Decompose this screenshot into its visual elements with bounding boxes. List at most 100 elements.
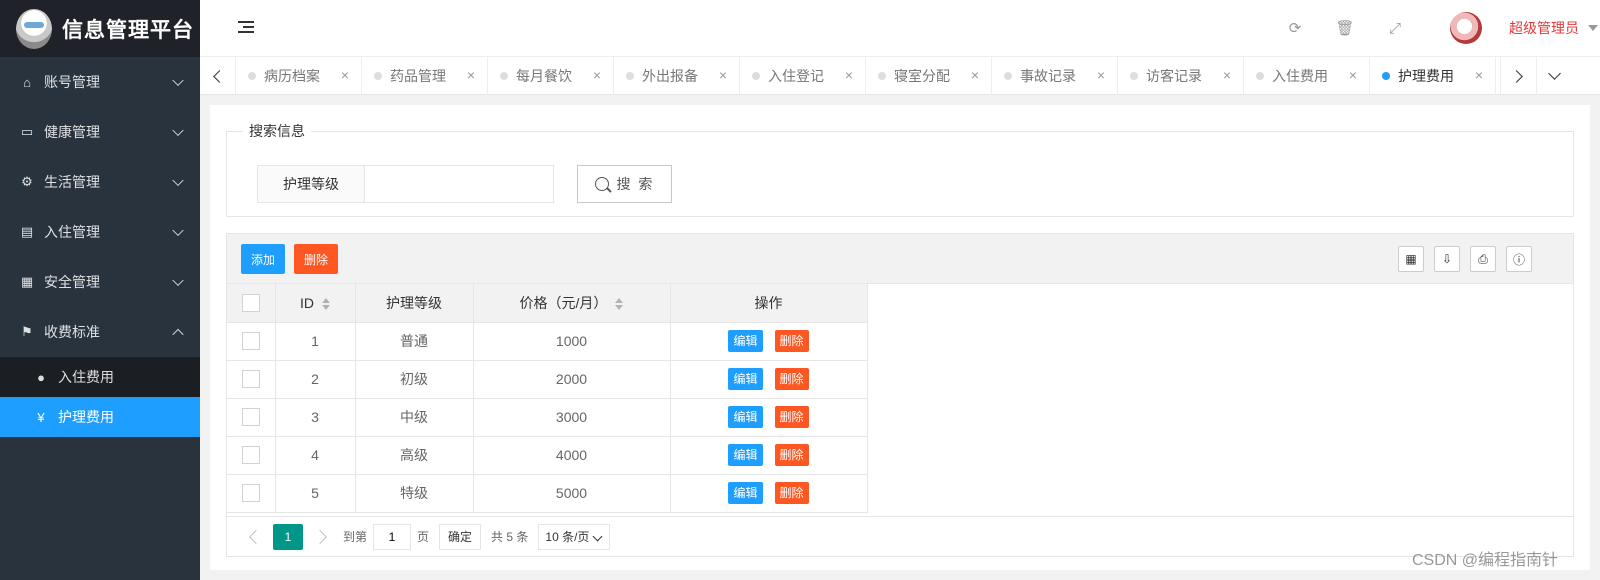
delete-button[interactable]: 删除 (774, 444, 809, 466)
tab-dorm[interactable]: 寝室分配 × (866, 57, 992, 95)
export-icon[interactable]: ⇩ (1434, 246, 1460, 272)
edit-button[interactable]: 编辑 (728, 368, 763, 390)
refresh-icon[interactable]: ⟳ (1284, 17, 1306, 39)
tab-meals[interactable]: 每月餐饮 × (488, 57, 614, 95)
cell-price: 1000 (473, 322, 671, 361)
prev-page-icon[interactable] (248, 529, 264, 544)
close-icon[interactable]: × (593, 67, 601, 83)
delete-button[interactable]: 删除 (774, 406, 809, 428)
info-icon[interactable]: ⓘ (1506, 246, 1532, 272)
delete-button[interactable]: 删除 (774, 482, 809, 504)
close-icon[interactable]: × (1097, 67, 1105, 83)
sidebar-item-life[interactable]: ⚙ 生活管理 (0, 157, 200, 207)
tab-label: 入住登记 (768, 68, 824, 84)
home-icon: ⌂ (23, 74, 31, 90)
chevron-down-icon (172, 124, 184, 137)
print-icon[interactable]: ⎙ (1470, 246, 1496, 272)
tab-outing[interactable]: 外出报备 × (614, 57, 740, 95)
close-icon[interactable]: × (719, 67, 727, 83)
avatar[interactable] (1450, 12, 1482, 44)
edit-button[interactable]: 编辑 (728, 444, 763, 466)
sidebar-item-health[interactable]: ▭ 健康管理 (0, 107, 200, 157)
table-toolbar: 添加 删除 ▦ ⇩ ⎙ ⓘ (227, 234, 1573, 284)
close-icon[interactable]: × (1349, 67, 1357, 83)
tab-checkin[interactable]: 入住登记 × (740, 57, 866, 95)
sidebar-item-checkin[interactable]: ▤ 入住管理 (0, 207, 200, 257)
close-icon[interactable]: × (1475, 67, 1483, 83)
select-all-checkbox[interactable] (241, 293, 260, 312)
row-checkbox[interactable] (241, 484, 260, 503)
sidebar-item-label: 生活管理 (44, 174, 100, 190)
goto-confirm-button[interactable]: 确定 (439, 523, 482, 550)
sidebar-subitem-label: 入住费用 (58, 369, 114, 385)
tab-menu-chevron-down-icon[interactable] (1536, 57, 1572, 95)
row-checkbox[interactable] (241, 370, 260, 389)
edit-button[interactable]: 编辑 (728, 330, 763, 352)
tab-scroll-left-icon[interactable] (200, 57, 236, 95)
yen-icon: ¥ (37, 409, 45, 425)
row-checkbox[interactable] (241, 332, 260, 351)
fullscreen-icon[interactable]: ⤢ (1384, 17, 1406, 39)
tab-label: 寝室分配 (894, 68, 950, 84)
tab-scroll-right-icon[interactable] (1500, 57, 1536, 95)
sidebar-subitem-label: 护理费用 (58, 409, 114, 425)
delete-button[interactable]: 删除 (774, 368, 809, 390)
next-page-icon[interactable] (312, 529, 328, 544)
search-button[interactable]: 搜 索 (577, 165, 672, 203)
tab-nursing-fee[interactable]: 护理费用 × (1370, 57, 1496, 95)
search-icon (594, 177, 609, 191)
row-checkbox[interactable] (241, 446, 260, 465)
close-icon[interactable]: × (1223, 67, 1231, 83)
tab-medicine[interactable]: 药品管理 × (362, 57, 488, 95)
sidebar-subitem-nursing-fee[interactable]: ¥ 护理费用 (0, 397, 200, 437)
close-icon[interactable]: × (341, 67, 349, 83)
nursing-level-input[interactable] (364, 165, 554, 203)
fees-submenu: ● 入住费用 ¥ 护理费用 (0, 357, 200, 437)
file-icon: ▤ (20, 224, 34, 239)
close-icon[interactable]: × (845, 67, 853, 83)
delete-button[interactable]: 删除 (774, 330, 809, 352)
logo[interactable]: 信息管理平台 (0, 0, 200, 57)
close-icon[interactable]: × (467, 67, 475, 83)
col-level-header: 护理等级 (355, 284, 474, 323)
add-button[interactable]: 添加 (241, 244, 285, 274)
collapse-menu-icon[interactable] (238, 18, 254, 36)
sidebar-item-account[interactable]: ⌂ 账号管理 (0, 57, 200, 107)
tab-dot-icon (752, 72, 760, 80)
cell-actions: 编辑 删除 (670, 436, 868, 475)
columns-filter-icon[interactable]: ▦ (1398, 246, 1424, 272)
tab-checkin-fee[interactable]: 入住费用 × (1244, 57, 1370, 95)
tab-bar: 病历档案 × 药品管理 × 每月餐饮 × 外出报备 × 入住登记 × 寝室分配 × 事故记录… (200, 57, 1600, 95)
page-unit-label: 页 (417, 530, 430, 544)
tab-dot-icon (878, 72, 886, 80)
goto-page-input[interactable] (373, 523, 412, 550)
nursing-level-label: 护理等级 (257, 165, 365, 203)
tab-medical-records[interactable]: 病历档案 × (236, 57, 362, 95)
row-checkbox[interactable] (241, 408, 260, 427)
trash-icon[interactable]: 🗑 (1334, 17, 1356, 39)
sidebar-item-label: 健康管理 (44, 124, 100, 140)
close-icon[interactable]: × (971, 67, 979, 83)
cell-level: 高级 (355, 436, 474, 475)
sidebar-item-security[interactable]: ▦ 安全管理 (0, 257, 200, 307)
col-price-header[interactable]: 价格（元/月） (473, 284, 671, 323)
col-id-header[interactable]: ID (275, 284, 356, 323)
page-size-select[interactable]: 10 条/页 (538, 523, 611, 550)
sidebar-item-label: 账号管理 (44, 74, 100, 90)
current-page[interactable]: 1 (273, 523, 303, 550)
user-name[interactable]: 超级管理员 (1509, 18, 1579, 38)
edit-button[interactable]: 编辑 (728, 406, 763, 428)
tab-label: 事故记录 (1020, 68, 1076, 84)
sidebar-item-fees[interactable]: ⚑ 收费标准 (0, 307, 200, 357)
tab-visitors[interactable]: 访客记录 × (1118, 57, 1244, 95)
tab-accidents[interactable]: 事故记录 × (992, 57, 1118, 95)
sort-icon[interactable] (322, 298, 330, 311)
cell-actions: 编辑 删除 (670, 474, 868, 513)
edit-button[interactable]: 编辑 (728, 482, 763, 504)
sidebar-subitem-checkin-fee[interactable]: ● 入住费用 (0, 357, 200, 397)
batch-delete-button[interactable]: 删除 (294, 244, 338, 274)
caret-down-icon[interactable] (1588, 25, 1598, 31)
sort-icon[interactable] (615, 298, 624, 311)
col-price-label: 价格（元/月） (519, 294, 608, 311)
tab-dot-icon (1004, 72, 1012, 80)
